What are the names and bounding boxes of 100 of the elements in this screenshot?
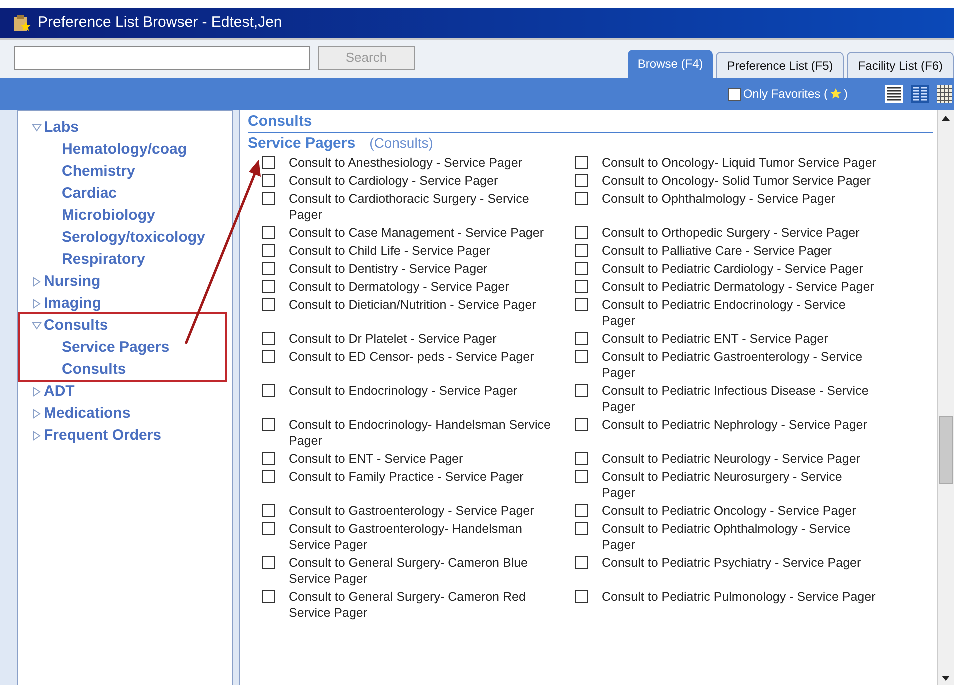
checkbox[interactable] bbox=[262, 174, 275, 187]
checkbox[interactable] bbox=[262, 452, 275, 465]
order-label[interactable]: Consult to Pediatric Neurology - Service Pager bbox=[602, 451, 878, 467]
order-label[interactable]: Consult to Palliative Care - Service Pager bbox=[602, 243, 878, 259]
order-label[interactable]: Consult to Gastroenterology - Service Pager bbox=[289, 503, 559, 519]
tree-category[interactable]: Imaging bbox=[44, 292, 102, 316]
order-label[interactable]: Consult to Pediatric Pulmonology - Service Pager bbox=[602, 589, 878, 605]
order-label[interactable]: Consult to Dietician/Nutrition - Service Pager bbox=[289, 297, 559, 313]
checkbox[interactable] bbox=[575, 504, 588, 517]
checkbox[interactable] bbox=[575, 452, 588, 465]
order-label[interactable]: Consult to Family Practice - Service Pager bbox=[289, 469, 559, 485]
checkbox[interactable] bbox=[262, 262, 275, 275]
checkbox[interactable] bbox=[575, 350, 588, 363]
tree-item[interactable]: Respiratory bbox=[62, 248, 146, 272]
checkbox[interactable] bbox=[575, 470, 588, 483]
tab[interactable]: Browse (F4) bbox=[628, 50, 714, 78]
list-view-icon[interactable] bbox=[884, 84, 904, 104]
order-label[interactable]: Consult to Oncology- Liquid Tumor Service Pager bbox=[602, 155, 878, 171]
checkbox[interactable] bbox=[575, 192, 588, 205]
tree-item[interactable]: Cardiac bbox=[62, 182, 118, 206]
order-label[interactable]: Consult to ED Censor- peds - Service Pager bbox=[289, 349, 559, 365]
grid-view-icon[interactable] bbox=[936, 84, 952, 104]
order-label[interactable]: Consult to Pediatric Nephrology - Service Pager bbox=[602, 417, 878, 433]
tree-item[interactable]: Service Pagers bbox=[62, 336, 170, 360]
order-label[interactable]: Consult to Pediatric Infectious Disease - Service Pager bbox=[602, 383, 878, 415]
checkbox[interactable] bbox=[262, 298, 275, 311]
order-label[interactable]: Consult to Endocrinology - Service Pager bbox=[289, 383, 559, 399]
favorites-label[interactable]: Only Favorites ( bbox=[743, 85, 828, 103]
checkbox[interactable] bbox=[575, 156, 588, 169]
tree-category[interactable]: ADT bbox=[44, 380, 75, 404]
order-label[interactable]: Consult to Pediatric Neurosurgery - Service Pager bbox=[602, 469, 878, 501]
checkbox[interactable] bbox=[262, 556, 275, 569]
order-label[interactable]: Consult to General Surgery- Cameron Blue Service Pager bbox=[289, 555, 559, 587]
checkbox[interactable] bbox=[262, 590, 275, 603]
checkbox[interactable] bbox=[262, 156, 275, 169]
tree-item[interactable]: Chemistry bbox=[62, 160, 136, 184]
order-label[interactable]: Consult to Cardiothoracic Surgery - Service Pager bbox=[289, 191, 559, 223]
checkbox[interactable] bbox=[262, 418, 275, 431]
columns-view-icon[interactable] bbox=[910, 84, 930, 104]
order-label[interactable]: Consult to Pediatric Oncology - Service Pager bbox=[602, 503, 878, 519]
order-label[interactable]: Consult to Oncology- Solid Tumor Service Pager bbox=[602, 173, 878, 189]
checkbox[interactable] bbox=[575, 226, 588, 239]
expand-triangle-icon[interactable] bbox=[32, 277, 42, 287]
expand-triangle-icon[interactable] bbox=[32, 431, 42, 441]
order-label[interactable]: Consult to Dr Platelet - Service Pager bbox=[289, 331, 559, 347]
checkbox[interactable] bbox=[575, 556, 588, 569]
checkbox[interactable] bbox=[262, 332, 275, 345]
tree-item[interactable]: Microbiology bbox=[62, 204, 156, 228]
order-label[interactable]: Consult to Pediatric Gastroenterology - Service Pager bbox=[602, 349, 878, 381]
scroll-thumb[interactable] bbox=[939, 416, 953, 484]
expand-triangle-icon[interactable] bbox=[32, 409, 42, 419]
collapse-triangle-icon[interactable] bbox=[32, 123, 42, 133]
checkbox[interactable] bbox=[575, 298, 588, 311]
tree-category[interactable]: Nursing bbox=[44, 270, 101, 294]
tree-category[interactable]: Frequent Orders bbox=[44, 424, 162, 448]
tree-item[interactable]: Consults bbox=[62, 358, 126, 382]
order-label[interactable]: Consult to Gastroenterology- Handelsman Service Pager bbox=[289, 521, 559, 553]
checkbox[interactable] bbox=[575, 384, 588, 397]
tree-category[interactable]: Consults bbox=[44, 314, 108, 338]
checkbox[interactable] bbox=[262, 280, 275, 293]
checkbox[interactable] bbox=[262, 384, 275, 397]
expand-triangle-icon[interactable] bbox=[32, 387, 42, 397]
checkbox[interactable] bbox=[575, 522, 588, 535]
checkbox[interactable] bbox=[575, 418, 588, 431]
checkbox[interactable] bbox=[262, 192, 275, 205]
order-label[interactable]: Consult to General Surgery- Cameron Red Service Pager bbox=[289, 589, 559, 621]
checkbox[interactable] bbox=[575, 332, 588, 345]
search-field[interactable] bbox=[14, 46, 310, 70]
tree-item[interactable]: Serology/toxicology bbox=[62, 226, 206, 250]
checkbox[interactable] bbox=[262, 350, 275, 363]
order-label[interactable]: Consult to Case Management - Service Pager bbox=[289, 225, 559, 241]
checkbox[interactable] bbox=[575, 174, 588, 187]
order-label[interactable]: Consult to Anesthesiology - Service Pager bbox=[289, 155, 559, 171]
order-label[interactable]: Consult to Pediatric Ophthalmology - Service Pager bbox=[602, 521, 878, 553]
order-label[interactable]: Consult to Pediatric Dermatology - Service Pager bbox=[602, 279, 878, 295]
order-label[interactable]: Consult to Ophthalmology - Service Pager bbox=[602, 191, 878, 207]
order-label[interactable]: Consult to Orthopedic Surgery - Service Pager bbox=[602, 225, 878, 241]
checkbox[interactable] bbox=[575, 244, 588, 257]
scrollbar[interactable] bbox=[937, 110, 954, 685]
order-label[interactable]: Consult to Pediatric Cardiology - Service Pager bbox=[602, 261, 878, 277]
order-label[interactable]: Consult to ENT - Service Pager bbox=[289, 451, 559, 467]
checkbox[interactable] bbox=[575, 590, 588, 603]
tree-category[interactable]: Labs bbox=[44, 116, 80, 140]
checkbox[interactable] bbox=[575, 280, 588, 293]
order-label[interactable]: Consult to Pediatric Psychiatry - Service Pager bbox=[602, 555, 878, 571]
checkbox[interactable] bbox=[262, 226, 275, 239]
checkbox[interactable] bbox=[262, 244, 275, 257]
checkbox[interactable] bbox=[262, 504, 275, 517]
checkbox[interactable] bbox=[575, 262, 588, 275]
order-label[interactable]: Consult to Endocrinology- Handelsman Service Pager bbox=[289, 417, 559, 449]
order-label[interactable]: Consult to Dentistry - Service Pager bbox=[289, 261, 559, 277]
order-label[interactable]: Consult to Dermatology - Service Pager bbox=[289, 279, 559, 295]
order-label[interactable]: Consult to Child Life - Service Pager bbox=[289, 243, 559, 259]
order-label[interactable]: Consult to Pediatric ENT - Service Pager bbox=[602, 331, 878, 347]
order-label[interactable]: Consult to Pediatric Endocrinology - Service Pager bbox=[602, 297, 878, 329]
collapse-triangle-icon[interactable] bbox=[32, 321, 42, 331]
favorites-checkbox[interactable] bbox=[728, 88, 742, 100]
tab[interactable]: Facility List (F6) bbox=[847, 52, 954, 78]
expand-triangle-icon[interactable] bbox=[32, 299, 42, 309]
tree-category[interactable]: Medications bbox=[44, 402, 131, 426]
